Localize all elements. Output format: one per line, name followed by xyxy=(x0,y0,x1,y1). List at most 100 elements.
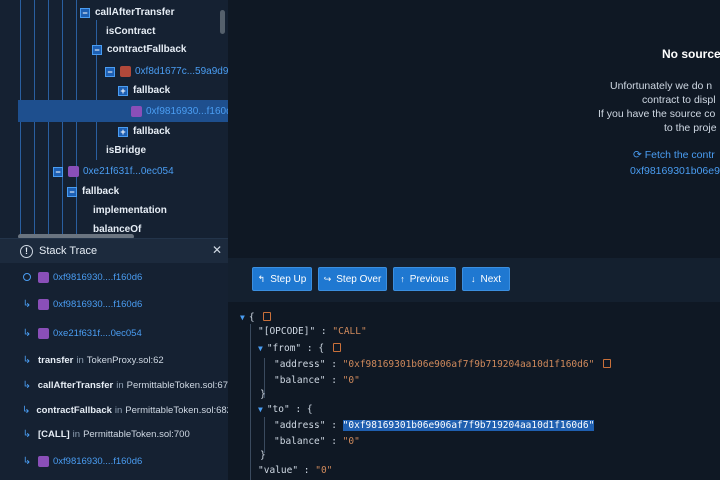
no-source-title: No source xyxy=(662,47,720,61)
tree-item-label: implementation xyxy=(93,205,167,216)
json-from-line[interactable]: ▼ "from" : { xyxy=(258,343,341,354)
step-over-button[interactable]: ↪ Step Over xyxy=(318,267,387,291)
debug-toolbar: ↰ Step Up ↪ Step Over ↑ Previous ↓ Next xyxy=(228,258,720,302)
contract-icon xyxy=(131,106,142,117)
expand-icon[interactable]: + xyxy=(118,126,128,137)
json-key: "address" xyxy=(274,359,326,370)
tree-item-callaftertransfer[interactable]: − callAfterTransfer xyxy=(80,3,174,22)
stack-row[interactable]: ↳ contractFallback in PermittableToken.s… xyxy=(0,400,228,420)
step-over-label: Step Over xyxy=(336,273,382,285)
collapse-icon[interactable]: − xyxy=(67,186,77,197)
tree-item-isbridge[interactable]: isBridge xyxy=(106,141,146,160)
tree-item-label: contractFallback xyxy=(107,44,187,55)
json-root-line[interactable]: ▼{ xyxy=(240,312,272,323)
json-string-value: "0" xyxy=(342,375,360,386)
stack-row[interactable]: ↳ 0xf9816930....f160d6 xyxy=(0,451,228,471)
tree-item-label: isBridge xyxy=(106,145,147,156)
json-string-value: "0xf98169301b06e906af7f9b719204aa10d1f16… xyxy=(342,359,595,370)
json-selected-value[interactable]: "0xf98169301b06e906af7f9b719204aa10d1f16… xyxy=(342,420,595,431)
return-arrow-icon: ↳ xyxy=(22,455,32,467)
refresh-icon: ⟳ xyxy=(633,149,645,161)
json-value-line: "value" : "0" xyxy=(258,465,333,476)
json-brace-close: } xyxy=(260,389,266,400)
return-arrow-icon: ↳ xyxy=(22,298,32,310)
tree-item-iscontract[interactable]: isContract xyxy=(106,22,155,41)
stack-row[interactable]: 0xf9816930....f160d6 xyxy=(0,267,228,287)
stack-row-address: 0xf9816930....f160d6 xyxy=(53,298,143,310)
json-to-line[interactable]: ▼ "to" : { xyxy=(258,404,313,415)
tree-vertical-scrollbar[interactable] xyxy=(220,10,225,34)
collapse-icon[interactable]: − xyxy=(105,66,115,77)
contract-icon xyxy=(38,327,49,339)
stack-row[interactable]: ↳ transfer in TokenProxy.sol:62 xyxy=(0,350,228,370)
warning-icon: ! xyxy=(20,244,33,258)
return-arrow-icon: ↳ xyxy=(22,379,32,391)
copy-icon[interactable] xyxy=(332,343,341,352)
stack-row-file: PermittableToken.sol:67 xyxy=(126,379,228,391)
contract-icon xyxy=(38,271,49,283)
stack-row[interactable]: ↳ 0xf9816930....f160d6 xyxy=(0,294,228,314)
stack-row-file: PermittableToken.sol:682 xyxy=(125,404,228,416)
call-tree-panel: − callAfterTransfer isContract − contrac… xyxy=(0,0,228,238)
contract-icon xyxy=(120,66,131,77)
tree-item-contract-e21f631f[interactable]: − 0xe21f631f...0ec054 xyxy=(53,162,174,181)
json-key: "balance" xyxy=(274,375,326,386)
no-source-message-line: to the proje xyxy=(664,122,717,134)
tree-item-address: 0xf9816930...f160d xyxy=(146,106,228,117)
next-label: Next xyxy=(480,273,502,285)
stack-row-address: 0xf9816930....f160d6 xyxy=(53,271,143,283)
json-opcode-line: "[OPCODE]" : "CALL" xyxy=(258,326,367,337)
no-source-message-line: contract to displ xyxy=(642,94,716,106)
next-button[interactable]: ↓ Next xyxy=(462,267,510,291)
stack-row-file: TokenProxy.sol:62 xyxy=(86,354,164,366)
json-string-value: "0" xyxy=(315,465,333,476)
collapse-icon[interactable]: − xyxy=(80,7,90,18)
collapse-icon[interactable]: − xyxy=(92,44,102,55)
stack-row[interactable]: ↳ 0xe21f631f....0ec054 xyxy=(0,323,228,343)
copy-icon[interactable] xyxy=(603,359,612,368)
tree-item-fallback[interactable]: − fallback xyxy=(67,182,119,201)
return-arrow-icon: ↳ xyxy=(22,428,32,440)
collapse-arrow-icon[interactable]: ▼ xyxy=(258,405,263,414)
tree-item-implementation[interactable]: implementation xyxy=(93,201,167,220)
previous-button[interactable]: ↑ Previous xyxy=(393,267,456,291)
stack-row[interactable]: ↳ callAfterTransfer in PermittableToken.… xyxy=(0,375,228,395)
tree-item-contract-f8d1677c[interactable]: − 0xf8d1677c...59a9d9 xyxy=(105,62,228,81)
collapse-icon[interactable]: − xyxy=(53,166,63,177)
contract-icon xyxy=(38,298,49,310)
step-over-icon: ↪ xyxy=(323,273,332,284)
tree-item-fallback[interactable]: + fallback xyxy=(118,122,170,141)
tree-item-fallback[interactable]: + fallback xyxy=(118,81,170,100)
stack-row-address: 0xe21f631f....0ec054 xyxy=(53,327,142,339)
return-arrow-icon: ↳ xyxy=(22,354,32,366)
stack-trace-panel: ! Stack Trace ✕ 0xf9816930....f160d6 ↳ 0… xyxy=(0,238,228,480)
arrow-down-icon: ↓ xyxy=(470,274,476,284)
collapse-arrow-icon[interactable]: ▼ xyxy=(240,313,245,322)
source-contract-address[interactable]: 0xf98169301b06e9 xyxy=(630,165,720,177)
fetch-contract-label: Fetch the contr xyxy=(644,149,715,161)
json-indent-guide xyxy=(264,417,265,453)
copy-icon[interactable] xyxy=(263,312,272,321)
collapse-arrow-icon[interactable]: ▼ xyxy=(258,344,263,353)
json-key: "address" xyxy=(274,420,326,431)
expand-icon[interactable]: + xyxy=(118,85,128,96)
previous-label: Previous xyxy=(409,273,449,285)
stack-row-file: PermittableToken.sol:700 xyxy=(83,428,190,440)
tree-item-label: fallback xyxy=(82,186,120,197)
source-panel: No source Unfortunately we do n contract… xyxy=(228,0,720,258)
stack-row-function: [CALL] xyxy=(38,428,70,440)
json-to-address-line: "address" : "0xf98169301b06e906af7f9b719… xyxy=(274,420,595,431)
tree-item-contractfallback[interactable]: − contractFallback xyxy=(92,40,186,59)
fetch-contract-link[interactable]: ⟳ Fetch the contr xyxy=(633,149,715,161)
json-from-balance-line: "balance" : "0" xyxy=(274,375,360,386)
step-up-button[interactable]: ↰ Step Up xyxy=(252,267,312,291)
stack-row-in: in xyxy=(114,404,123,416)
tree-item-address: 0xf8d1677c...59a9d9 xyxy=(135,66,228,77)
stack-row[interactable]: ↳ [CALL] in PermittableToken.sol:700 xyxy=(0,424,228,444)
json-key: "value" xyxy=(258,465,299,476)
json-to-balance-line: "balance" : "0" xyxy=(274,436,360,447)
json-string-value: "0" xyxy=(342,436,360,447)
json-key: "balance" xyxy=(274,436,326,447)
tree-item-contract-f9816930[interactable]: 0xf9816930...f160d xyxy=(131,102,228,121)
close-icon[interactable]: ✕ xyxy=(212,243,222,257)
